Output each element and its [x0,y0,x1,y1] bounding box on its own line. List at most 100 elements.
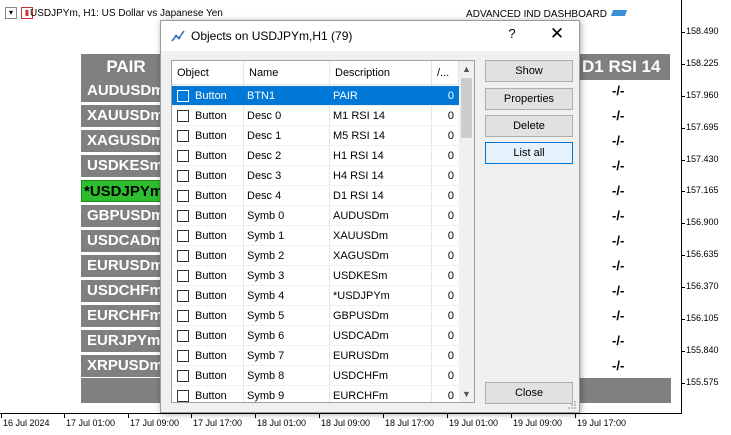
table-row[interactable]: Button Symb 9 EURCHFm 0 [172,386,459,402]
close-icon[interactable]: ✕ [549,24,565,44]
row-checkbox[interactable] [177,330,189,342]
pair-button[interactable]: USDCHFm [81,280,171,302]
cell-extra: 0 [447,150,454,162]
pair-button[interactable]: XAGUSDm [81,130,171,152]
cell-object: Button [195,290,227,302]
table-row[interactable]: Button Desc 4 D1 RSI 14 0 [172,186,459,206]
row-checkbox[interactable] [177,190,189,202]
pair-header-button[interactable]: PAIR [81,54,171,80]
pair-button[interactable]: USDCADm [81,230,171,252]
row-checkbox[interactable] [177,250,189,262]
cell-description: H1 RSI 14 [333,150,384,162]
pair-button[interactable]: USDKESm [81,155,171,177]
delete-button[interactable]: Delete [485,115,573,137]
cell-extra: 0 [447,350,454,362]
pair-button[interactable]: EURJPYm [81,330,171,352]
row-checkbox[interactable] [177,90,189,102]
scrollbar-thumb[interactable] [461,78,472,138]
table-row[interactable]: Button Desc 0 M1 RSI 14 0 [172,106,459,126]
table-row[interactable]: Button Symb 5 GBPUSDm 0 [172,306,459,326]
row-checkbox[interactable] [177,110,189,122]
cell-description: M1 RSI 14 [333,110,385,122]
table-row[interactable]: Button Symb 2 XAGUSDm 0 [172,246,459,266]
table-row[interactable]: Button Symb 7 EURUSDm 0 [172,346,459,366]
table-row[interactable]: Button Desc 1 M5 RSI 14 0 [172,126,459,146]
objects-table[interactable]: Object Name Description /... Button BTN1 P… [171,60,475,403]
scroll-down-icon[interactable]: ▼ [459,386,474,402]
cell-name: Desc 1 [247,130,282,142]
cell-extra: 0 [447,170,454,182]
table-row[interactable]: Button Symb 0 AUDUSDm 0 [172,206,459,226]
cell-extra: 0 [447,190,454,202]
cell-extra: 0 [447,290,454,302]
time-tick-label: 18 Jul 09:00 [318,414,371,428]
cell-extra: 0 [447,390,454,402]
cell-name: Symb 1 [247,230,285,242]
table-row[interactable]: Button Symb 4 *USDJPYm 0 [172,286,459,306]
cell-name: Symb 8 [247,370,285,382]
table-row[interactable]: Button Symb 8 USDCHFm 0 [172,366,459,386]
row-checkbox[interactable] [177,170,189,182]
row-checkbox[interactable] [177,390,189,402]
column-header-description[interactable]: Description [330,61,432,85]
rsi-header-button[interactable]: D1 RSI 14 [578,54,670,80]
price-tick-label: 157.695 [681,122,719,132]
dialog-titlebar[interactable]: Objects on USDJPYm,H1 (79) ? ✕ [161,21,579,51]
pair-button[interactable]: XRPUSDm [81,355,171,377]
table-header: Object Name Description /... [172,61,459,85]
time-tick-label: 18 Jul 01:00 [254,414,307,428]
column-header-object[interactable]: Object [172,61,244,85]
row-checkbox[interactable] [177,150,189,162]
pair-button[interactable]: XAUUSDm [81,105,171,127]
rsi-value: -/- [612,358,625,373]
cell-description: USDKESm [333,270,388,282]
show-button[interactable]: Show [485,60,573,82]
table-row[interactable]: Button Symb 1 XAUUSDm 0 [172,226,459,246]
row-checkbox[interactable] [177,210,189,222]
cell-description: M5 RSI 14 [333,130,385,142]
list-all-button[interactable]: List all [485,142,573,164]
row-checkbox[interactable] [177,350,189,362]
rsi-value: -/- [612,183,625,198]
column-header-name[interactable]: Name [244,61,330,85]
row-checkbox[interactable] [177,270,189,282]
cell-description: *USDJPYm [333,290,390,302]
properties-button[interactable]: Properties [485,88,573,110]
help-button[interactable]: ? [505,26,519,41]
table-scrollbar[interactable]: ▲ ▼ [459,61,474,402]
cell-object: Button [195,390,227,402]
dashboard-title-text: ADVANCED IND DASHBOARD [466,8,607,20]
cell-description: D1 RSI 14 [333,190,384,202]
pair-button[interactable]: *USDJPYm [81,180,171,202]
column-header-extra[interactable]: /... [432,61,459,85]
row-checkbox[interactable] [177,130,189,142]
rsi-value: -/- [612,158,625,173]
rsi-value: -/- [612,258,625,273]
table-row[interactable]: Button BTN1 PAIR 0 [172,86,459,106]
table-row[interactable]: Button Desc 2 H1 RSI 14 0 [172,146,459,166]
rsi-value: -/- [612,108,625,123]
pair-button[interactable]: GBPUSDm [81,205,171,227]
cell-description: EURUSDm [333,350,389,362]
price-tick-label: 155.840 [681,345,719,355]
pair-button[interactable]: EURUSDm [81,255,171,277]
table-row[interactable]: Button Symb 3 USDKESm 0 [172,266,459,286]
table-row[interactable]: Button Desc 3 H4 RSI 14 0 [172,166,459,186]
row-checkbox[interactable] [177,230,189,242]
rsi-value: -/- [612,283,625,298]
price-tick-label: 158.225 [681,58,719,68]
cell-description: USDCHFm [333,370,388,382]
chart-menu-icon[interactable]: ▾ [5,7,17,19]
row-checkbox[interactable] [177,290,189,302]
graduation-cap-icon [611,8,627,20]
close-button[interactable]: Close [485,382,573,404]
cell-description: PAIR [333,90,358,102]
scroll-up-icon[interactable]: ▲ [459,61,474,77]
table-row[interactable]: Button Symb 6 USDCADm 0 [172,326,459,346]
resize-grip-icon[interactable] [567,400,577,410]
row-checkbox[interactable] [177,370,189,382]
pair-button[interactable]: AUDUSDm [81,80,171,102]
row-checkbox[interactable] [177,310,189,322]
pair-button[interactable]: EURCHFm [81,305,171,327]
cell-description: H4 RSI 14 [333,170,384,182]
